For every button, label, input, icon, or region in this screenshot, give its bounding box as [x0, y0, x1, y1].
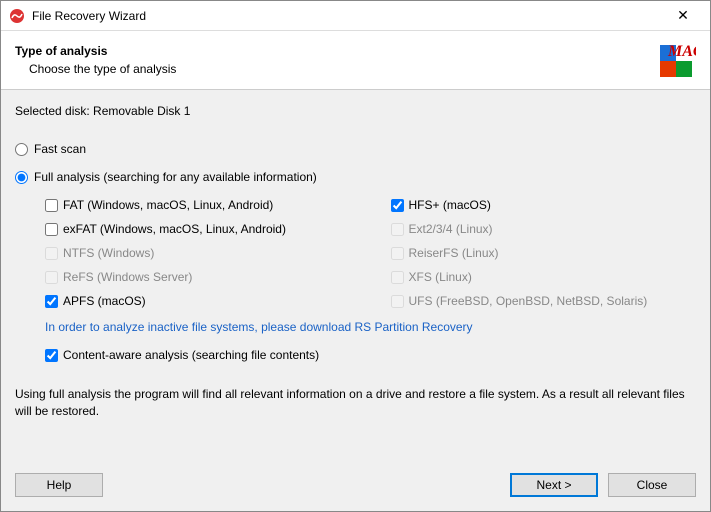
filesystem-checkbox[interactable] [45, 295, 58, 308]
filesystem-option[interactable]: HFS+ (macOS) [391, 198, 697, 212]
filesystem-checkbox[interactable] [45, 223, 58, 236]
titlebar: File Recovery Wizard ✕ [1, 1, 710, 31]
filesystem-label: NTFS (Windows) [63, 246, 154, 260]
filesystem-checkbox[interactable] [391, 199, 404, 212]
spacer [113, 473, 500, 497]
button-bar: Help Next > Close [1, 461, 710, 511]
filesystem-checkbox [45, 271, 58, 284]
full-analysis-radio[interactable] [15, 171, 28, 184]
content-aware-label: Content-aware analysis (searching file c… [63, 348, 319, 362]
filesystem-label: UFS (FreeBSD, OpenBSD, NetBSD, Solaris) [409, 294, 648, 308]
filesystem-label: ReiserFS (Linux) [409, 246, 499, 260]
filesystem-checkbox [391, 271, 404, 284]
fast-scan-option[interactable]: Fast scan [15, 142, 696, 156]
filesystem-option: ReFS (Windows Server) [45, 270, 351, 284]
filesystem-option: Ext2/3/4 (Linux) [391, 222, 697, 236]
content-aware-checkbox[interactable] [45, 349, 58, 362]
filesystem-label: HFS+ (macOS) [409, 198, 491, 212]
content-aware-option[interactable]: Content-aware analysis (searching file c… [45, 348, 696, 362]
filesystem-checkbox[interactable] [45, 199, 58, 212]
filesystem-option[interactable]: exFAT (Windows, macOS, Linux, Android) [45, 222, 351, 236]
filesystem-option[interactable]: APFS (macOS) [45, 294, 351, 308]
wizard-body: Selected disk: Removable Disk 1 Fast sca… [1, 90, 710, 461]
description-text: Using full analysis the program will fin… [15, 386, 696, 420]
header-title: Type of analysis [15, 44, 658, 58]
filesystem-checkbox [391, 223, 404, 236]
filesystem-label: Ext2/3/4 (Linux) [409, 222, 493, 236]
close-icon[interactable]: ✕ [662, 2, 704, 30]
wizard-header: Type of analysis Choose the type of anal… [1, 31, 710, 90]
fast-scan-label: Fast scan [34, 142, 86, 156]
fast-scan-radio[interactable] [15, 143, 28, 156]
filesystem-label: exFAT (Windows, macOS, Linux, Android) [63, 222, 286, 236]
filesystem-checkbox [45, 247, 58, 260]
close-button[interactable]: Close [608, 473, 696, 497]
next-button[interactable]: Next > [510, 473, 598, 497]
wizard-window: File Recovery Wizard ✕ Type of analysis … [0, 0, 711, 512]
window-title: File Recovery Wizard [32, 9, 662, 23]
filesystem-label: XFS (Linux) [409, 270, 472, 284]
filesystem-grid: FAT (Windows, macOS, Linux, Android) HFS+… [45, 198, 696, 308]
filesystem-checkbox [391, 247, 404, 260]
filesystem-option: ReiserFS (Linux) [391, 246, 697, 260]
download-link[interactable]: In order to analyze inactive file system… [45, 320, 696, 334]
filesystem-label: APFS (macOS) [63, 294, 146, 308]
filesystem-label: ReFS (Windows Server) [63, 270, 192, 284]
full-analysis-option[interactable]: Full analysis (searching for any availab… [15, 170, 696, 184]
filesystem-label: FAT (Windows, macOS, Linux, Android) [63, 198, 273, 212]
filesystem-option: XFS (Linux) [391, 270, 697, 284]
help-button[interactable]: Help [15, 473, 103, 497]
product-logo-icon: MAC [658, 41, 696, 79]
selected-disk-label: Selected disk: Removable Disk 1 [15, 104, 696, 118]
filesystem-checkbox [391, 295, 404, 308]
filesystem-option[interactable]: FAT (Windows, macOS, Linux, Android) [45, 198, 351, 212]
app-icon [9, 8, 25, 24]
filesystem-option: UFS (FreeBSD, OpenBSD, NetBSD, Solaris) [391, 294, 697, 308]
filesystem-option: NTFS (Windows) [45, 246, 351, 260]
svg-text:MAC: MAC [667, 43, 696, 60]
header-text: Type of analysis Choose the type of anal… [15, 44, 658, 76]
header-subtitle: Choose the type of analysis [15, 62, 658, 76]
full-analysis-label: Full analysis (searching for any availab… [34, 170, 317, 184]
